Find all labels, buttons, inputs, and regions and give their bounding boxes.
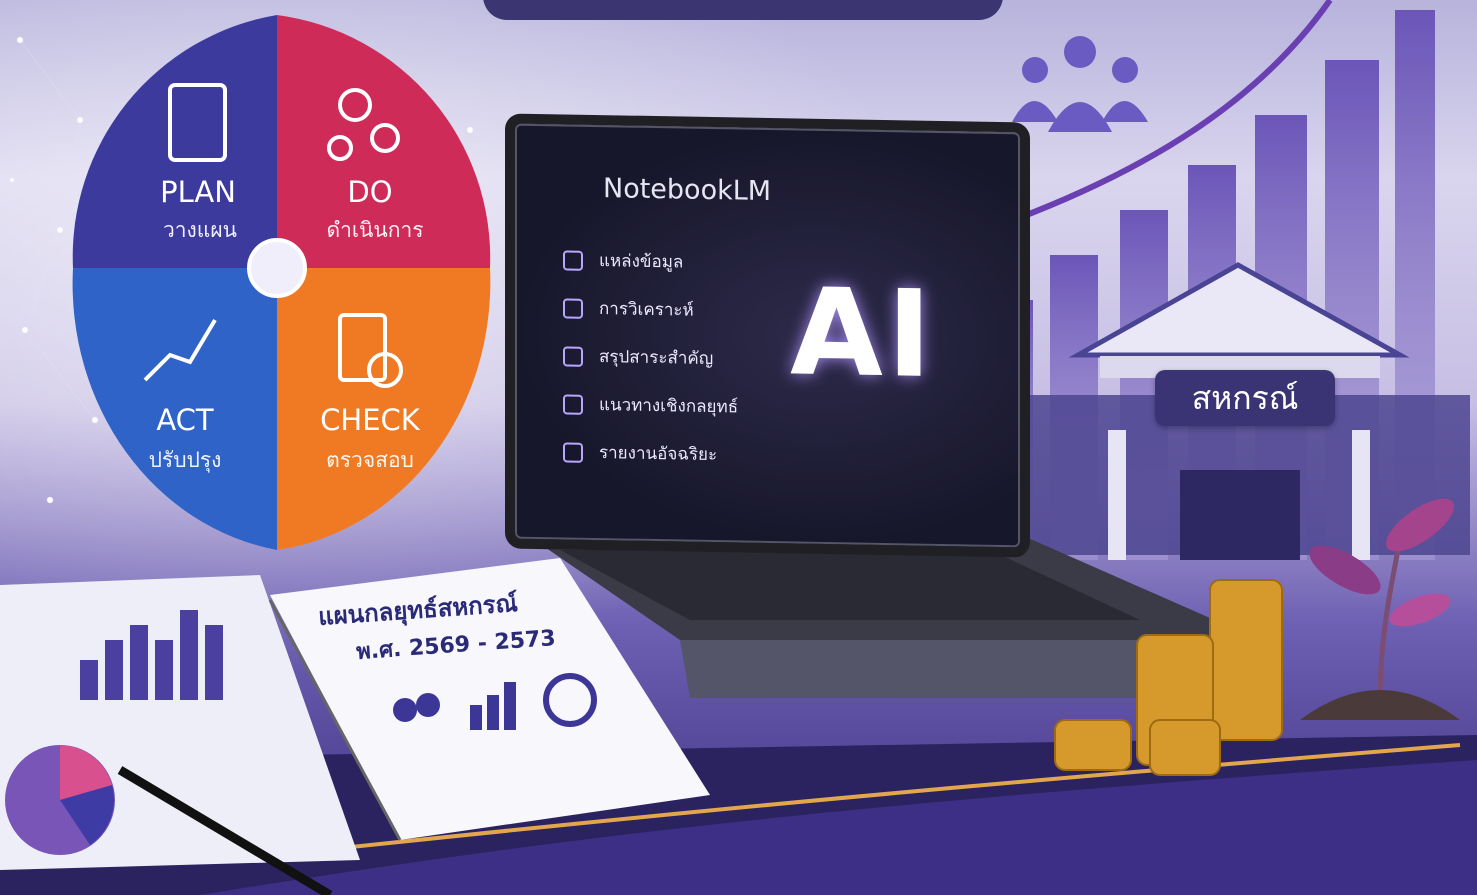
pdca-cycle bbox=[72, 15, 491, 550]
menu-item-analysis[interactable]: การวิเคราะห์ bbox=[563, 294, 694, 323]
menu-item-summary[interactable]: สรุปสาระสำคัญ bbox=[563, 342, 713, 372]
plan-thai-label: วางแผน bbox=[162, 218, 238, 242]
do-thai-label: ดำเนินการ bbox=[326, 218, 424, 242]
menu-item-sources[interactable]: แหล่งข้อมูล bbox=[563, 246, 683, 275]
plan-label: PLAN bbox=[160, 175, 236, 209]
notebooklm-title: NotebookLM bbox=[603, 173, 772, 208]
strategy-icon bbox=[563, 393, 583, 415]
cooperative-sign: สหกรณ์ bbox=[1155, 370, 1335, 426]
menu-item-strategy[interactable]: แนวทางเชิงกลยุทธ์ bbox=[563, 390, 738, 420]
ai-text: AI bbox=[790, 263, 936, 405]
coin-stacks bbox=[1054, 579, 1283, 776]
check-label: CHECK bbox=[320, 403, 420, 437]
menu-item-report[interactable]: รายงานอัจฉริยะ bbox=[563, 438, 717, 468]
analysis-icon bbox=[563, 297, 583, 319]
act-label: ACT bbox=[156, 403, 214, 437]
do-label: DO bbox=[347, 175, 393, 209]
top-banner bbox=[483, 0, 1003, 20]
act-thai-label: ปรับปรุง bbox=[148, 448, 222, 472]
laptop-screen: NotebookLM แหล่งข้อมูล การวิเคราะห์ สรุป… bbox=[505, 113, 1030, 558]
source-icon bbox=[563, 249, 583, 271]
check-thai-label: ตรวจสอบ bbox=[326, 448, 414, 472]
report-icon bbox=[563, 441, 583, 463]
summary-icon bbox=[563, 345, 583, 367]
poster: PLAN วางแผน DO ดำเนินการ ACT ปรับปรุง CH… bbox=[0, 0, 1477, 895]
